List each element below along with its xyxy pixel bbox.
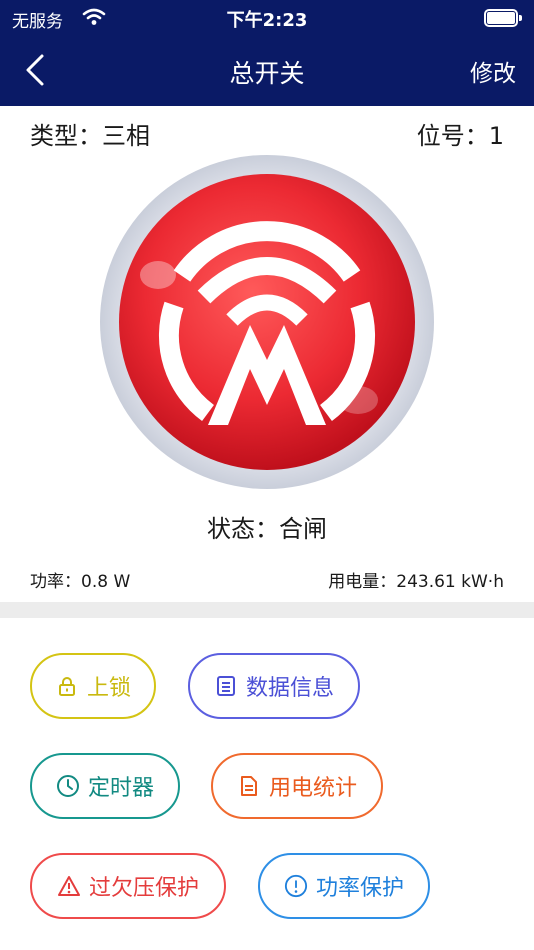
edit-button[interactable]: 修改 <box>470 54 516 88</box>
battery-icon <box>484 9 522 27</box>
lock-label: 上锁 <box>86 676 131 701</box>
timer-button[interactable]: 定时器 <box>30 753 180 819</box>
page-title: 总开关 <box>229 59 305 88</box>
nav-bar: 总开关 修改 <box>0 36 534 106</box>
main-switch-button[interactable] <box>100 155 434 489</box>
exclamation-circle-icon <box>284 874 308 898</box>
device-type: 类型：三相 <box>30 122 150 150</box>
section-divider <box>0 602 534 618</box>
power-protection-label: 功率保护 <box>315 876 404 901</box>
data-info-label: 数据信息 <box>245 676 334 701</box>
document-icon <box>237 774 261 798</box>
lock-button[interactable]: 上锁 <box>30 653 156 719</box>
device-position: 位号：1 <box>416 122 504 150</box>
voltage-protection-label: 过欠压保护 <box>88 876 199 901</box>
clock-icon <box>56 774 80 798</box>
warning-triangle-icon <box>57 874 81 898</box>
usage-stats-button[interactable]: 用电统计 <box>211 753 383 819</box>
header: 无服务 下午2:23 总开关 修改 <box>0 0 534 106</box>
switch-logo-icon <box>100 155 434 489</box>
document-list-icon <box>214 674 238 698</box>
switch-state: 状态：合闸 <box>207 515 327 543</box>
usage-stats-label: 用电统计 <box>268 776 357 801</box>
voltage-protection-button[interactable]: 过欠压保护 <box>30 853 226 919</box>
status-bar: 无服务 下午2:23 <box>0 0 534 36</box>
timer-label: 定时器 <box>87 776 154 801</box>
lock-icon <box>55 674 79 698</box>
energy-reading: 用电量：243.61 kW·h <box>328 572 504 592</box>
power-protection-button[interactable]: 功率保护 <box>258 853 430 919</box>
status-time: 下午2:23 <box>226 10 308 31</box>
power-reading: 功率：0.8 W <box>30 572 131 592</box>
data-info-button[interactable]: 数据信息 <box>188 653 360 719</box>
